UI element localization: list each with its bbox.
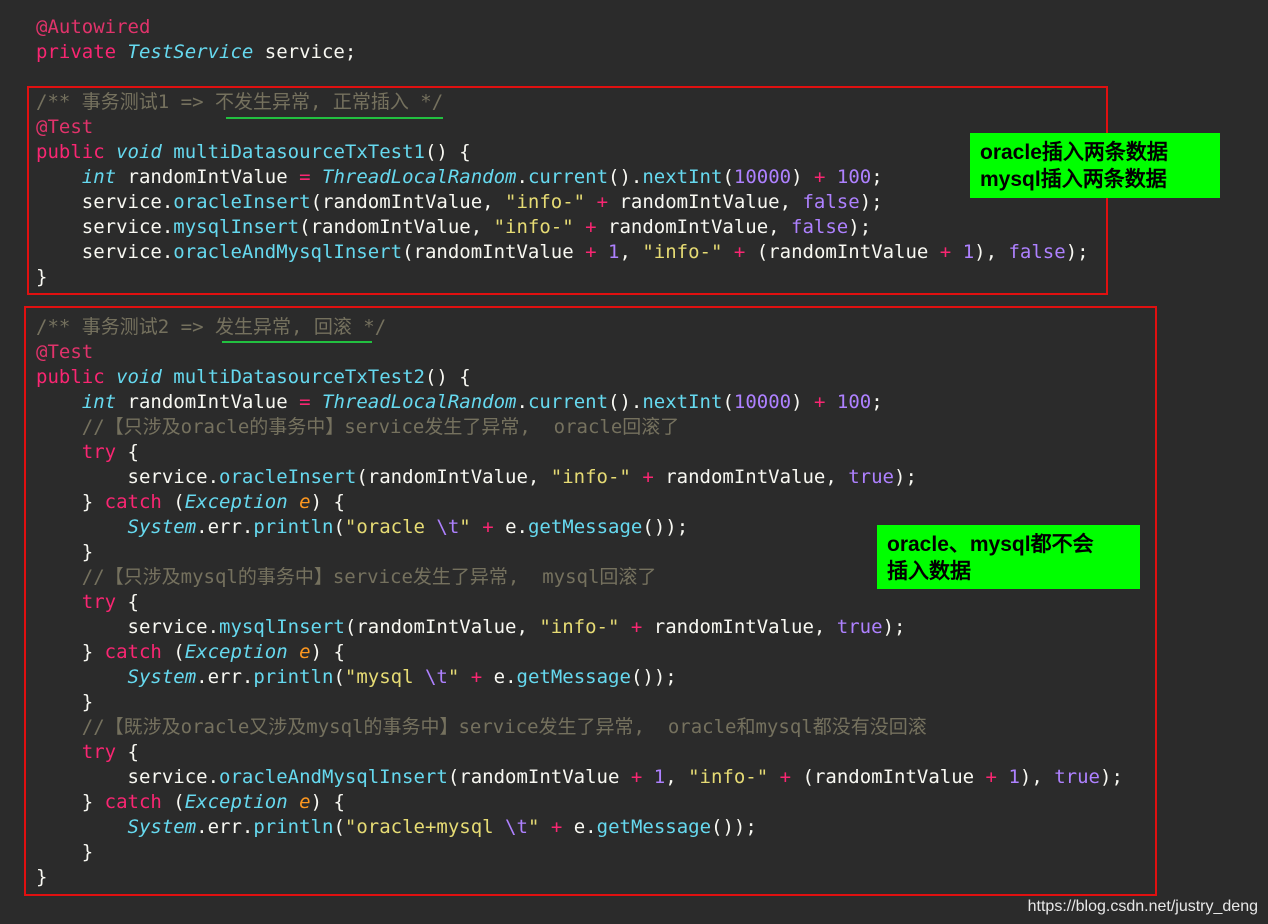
test2-result-note: oracle、mysql都不会 插入数据 [877,525,1140,589]
code-token: private [36,41,128,63]
test1-highlight-box [27,86,1108,295]
code-token: TestService [127,41,254,63]
code-line: private TestService service; [36,40,356,65]
test2-note-line-1: oracle、mysql都不会 [887,533,1094,556]
code-line: @Autowired [36,15,150,40]
test1-note-line-2: mysql插入两条数据 [980,168,1167,191]
code-token: service; [253,41,357,63]
test2-comment-underline [222,341,372,343]
test1-comment-underline [226,117,443,119]
test2-highlight-box [24,306,1157,896]
test2-note-line-2: 插入数据 [887,560,971,583]
code-token: @Autowired [36,16,151,38]
test1-result-note: oracle插入两条数据 mysql插入两条数据 [970,133,1220,198]
watermark: https://blog.csdn.net/justry_deng [1027,898,1258,915]
test1-note-line-1: oracle插入两条数据 [980,141,1168,164]
